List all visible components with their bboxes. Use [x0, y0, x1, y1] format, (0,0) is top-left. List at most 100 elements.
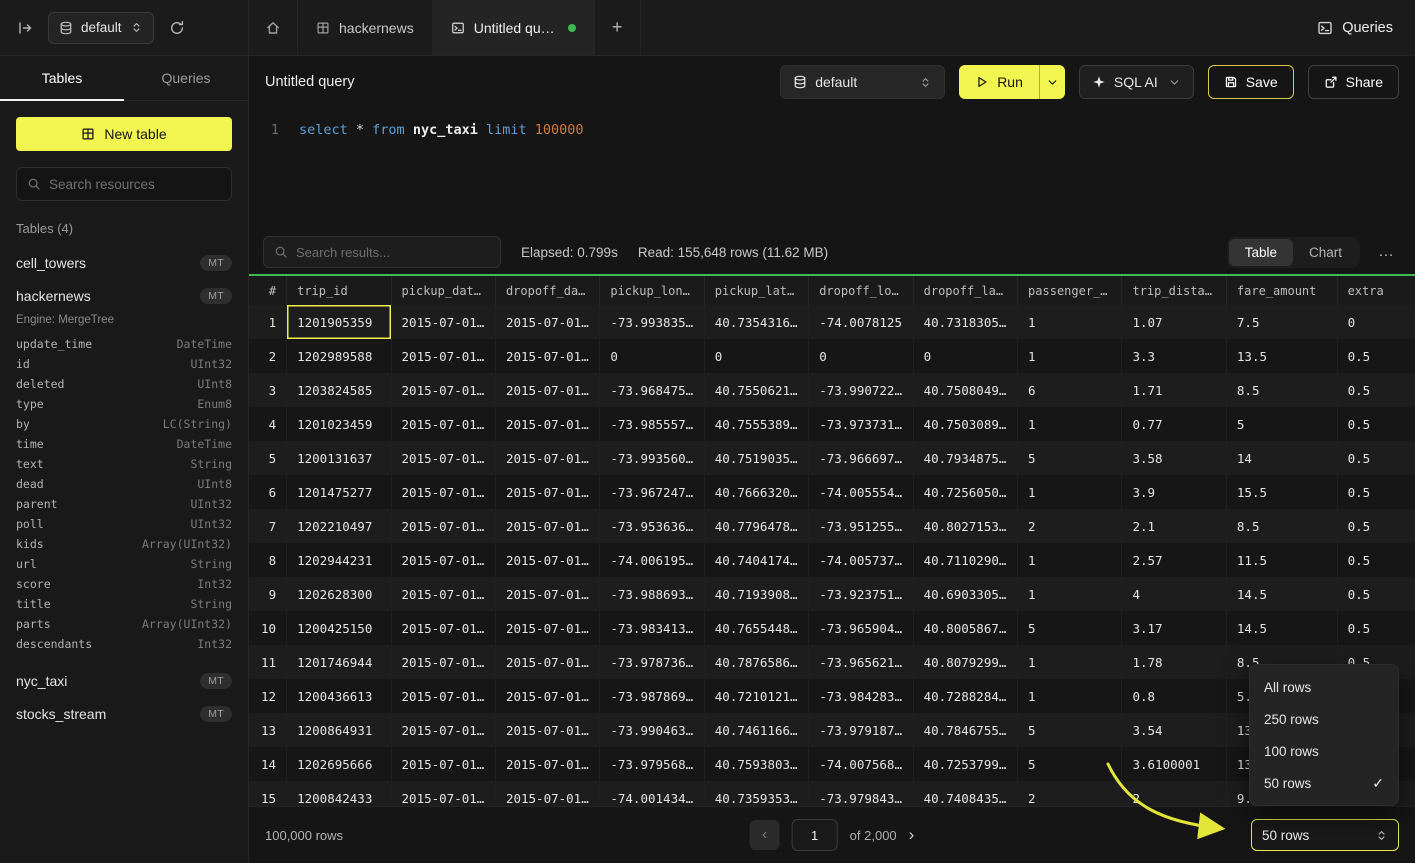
cell[interactable]: 1200425150	[287, 611, 391, 645]
cell[interactable]: 1	[1018, 577, 1122, 611]
cell[interactable]: -74.005554…	[809, 475, 913, 509]
cell[interactable]: 2015-07-01…	[495, 543, 599, 577]
cell[interactable]: 5	[1018, 747, 1122, 781]
resource-search-input[interactable]	[49, 177, 221, 192]
cell[interactable]: 6	[1018, 373, 1122, 407]
results-search[interactable]	[263, 236, 501, 268]
cell[interactable]: 0.77	[1122, 407, 1226, 441]
cell[interactable]: -73.990463…	[600, 713, 704, 747]
cell[interactable]: 1202944231	[287, 543, 391, 577]
cell[interactable]: 0	[704, 339, 808, 373]
tab-home[interactable]	[249, 0, 298, 55]
cell[interactable]: -73.967247…	[600, 475, 704, 509]
refresh-button[interactable]	[164, 15, 190, 41]
cell[interactable]: 1203824585	[287, 373, 391, 407]
next-page-button[interactable]: ›	[909, 825, 915, 845]
cell[interactable]: 1	[1018, 475, 1122, 509]
cell[interactable]: 1201905359	[287, 305, 391, 339]
cell[interactable]: 14.5	[1226, 611, 1337, 645]
cell[interactable]: 0.5	[1337, 577, 1415, 611]
cell[interactable]: 40.7655448…	[704, 611, 808, 645]
schema-column[interactable]: deadUInt8	[0, 474, 248, 494]
cell[interactable]: 40.7876586…	[704, 645, 808, 679]
cell[interactable]: 0.5	[1337, 509, 1415, 543]
cell[interactable]: 3.17	[1122, 611, 1226, 645]
cell[interactable]: 0.5	[1337, 339, 1415, 373]
cell[interactable]: 2015-07-01…	[495, 713, 599, 747]
cell[interactable]: -73.979187…	[809, 713, 913, 747]
column-header[interactable]: #	[249, 275, 287, 305]
cell[interactable]: 0	[913, 339, 1017, 373]
cell[interactable]: -73.978736…	[600, 645, 704, 679]
cell[interactable]: 40.7934875…	[913, 441, 1017, 475]
cell[interactable]: 40.7404174…	[704, 543, 808, 577]
cell[interactable]: 40.6903305…	[913, 577, 1017, 611]
run-button[interactable]: Run	[959, 65, 1039, 99]
column-header[interactable]: fare_amount	[1226, 275, 1337, 305]
cell[interactable]: -74.007568…	[809, 747, 913, 781]
cell[interactable]: 40.7503089…	[913, 407, 1017, 441]
schema-column[interactable]: parentUInt32	[0, 494, 248, 514]
cell[interactable]: 14.5	[1226, 577, 1337, 611]
cell[interactable]: -73.985557…	[600, 407, 704, 441]
collapse-sidebar-button[interactable]	[12, 15, 38, 41]
cell[interactable]: 5	[1018, 441, 1122, 475]
cell[interactable]: 2015-07-01…	[495, 373, 599, 407]
column-header[interactable]: dropoff_da…	[495, 275, 599, 305]
cell[interactable]: 0	[600, 339, 704, 373]
cell[interactable]: 3.54	[1122, 713, 1226, 747]
cell[interactable]: 40.7796478…	[704, 509, 808, 543]
cell[interactable]: 1.07	[1122, 305, 1226, 339]
schema-column[interactable]: pollUInt32	[0, 514, 248, 534]
schema-column[interactable]: partsArray(UInt32)	[0, 614, 248, 634]
schema-column[interactable]: kidsArray(UInt32)	[0, 534, 248, 554]
schema-column[interactable]: idUInt32	[0, 354, 248, 374]
rows-menu-item[interactable]: All rows	[1250, 671, 1398, 703]
cell[interactable]: 2015-07-01…	[391, 645, 495, 679]
results-search-input[interactable]	[296, 245, 490, 260]
cell[interactable]: 40.7593803…	[704, 747, 808, 781]
cell[interactable]: 40.7666320…	[704, 475, 808, 509]
cell[interactable]: 2015-07-01…	[391, 441, 495, 475]
view-chart-button[interactable]: Chart	[1293, 239, 1358, 266]
cell[interactable]: -74.001434…	[600, 781, 704, 806]
cell[interactable]: -73.979843…	[809, 781, 913, 806]
column-header[interactable]: pickup_lon…	[600, 275, 704, 305]
cell[interactable]: 2015-07-01…	[391, 373, 495, 407]
cell[interactable]: -73.965621…	[809, 645, 913, 679]
cell[interactable]: -74.005737…	[809, 543, 913, 577]
sidebar-tab-queries[interactable]: Queries	[124, 56, 248, 100]
cell[interactable]: 1201746944	[287, 645, 391, 679]
cell[interactable]: 2015-07-01…	[495, 781, 599, 806]
cell[interactable]: 0.5	[1337, 441, 1415, 475]
column-header[interactable]: dropoff_la…	[913, 275, 1017, 305]
cell[interactable]: 14	[1226, 441, 1337, 475]
cell[interactable]: 2015-07-01…	[391, 339, 495, 373]
cell[interactable]: -73.979568…	[600, 747, 704, 781]
cell[interactable]: 1	[1018, 407, 1122, 441]
cell[interactable]: -74.0078125	[809, 305, 913, 339]
cell[interactable]: 1	[1018, 679, 1122, 713]
cell[interactable]: -73.973731…	[809, 407, 913, 441]
save-button[interactable]: Save	[1208, 65, 1294, 99]
cell[interactable]: -74.006195…	[600, 543, 704, 577]
sidebar-table-cell-towers[interactable]: cell_towers MT	[0, 246, 248, 279]
column-header[interactable]: extra	[1337, 275, 1415, 305]
sql-editor[interactable]: 1 select * from nyc_taxi limit 100000	[249, 108, 1415, 230]
column-header[interactable]: trip_dista…	[1122, 275, 1226, 305]
schema-column[interactable]: byLC(String)	[0, 414, 248, 434]
prev-page-button[interactable]: ‹	[750, 820, 780, 850]
cell[interactable]: 2015-07-01…	[391, 475, 495, 509]
cell[interactable]: 1.78	[1122, 645, 1226, 679]
cell[interactable]: 1202695666	[287, 747, 391, 781]
schema-column[interactable]: update_timeDateTime	[0, 334, 248, 354]
cell[interactable]: 2.1	[1122, 509, 1226, 543]
cell[interactable]: 1200842433	[287, 781, 391, 806]
cell[interactable]: 40.7846755…	[913, 713, 1017, 747]
cell[interactable]: -73.966697…	[809, 441, 913, 475]
cell[interactable]: 2.57	[1122, 543, 1226, 577]
cell[interactable]: 0.5	[1337, 543, 1415, 577]
column-header[interactable]: pickup_dat…	[391, 275, 495, 305]
cell[interactable]: 0.5	[1337, 407, 1415, 441]
cell[interactable]: 1202989588	[287, 339, 391, 373]
